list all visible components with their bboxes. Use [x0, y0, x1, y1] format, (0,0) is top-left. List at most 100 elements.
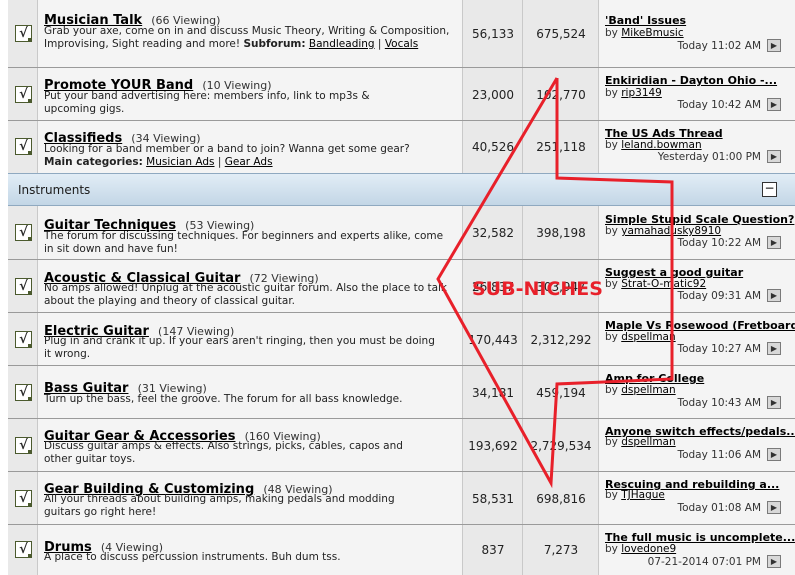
forum-list: √ Musician Talk (66 Viewing) Grab your a…: [0, 0, 795, 575]
thread-count: 837: [481, 543, 505, 557]
post-count: 698,816: [536, 491, 586, 506]
last-post-date: Today 10:42 AM: [677, 99, 761, 111]
forum-description: Put your band advertising here: members …: [44, 90, 370, 115]
last-post-user[interactable]: lovedone9: [621, 543, 676, 555]
forum-read-icon[interactable]: √: [15, 489, 32, 507]
thread-count: 56,133: [472, 27, 514, 41]
by-label: by: [605, 543, 618, 555]
post-count: 459,194: [536, 385, 586, 400]
forum-read-icon[interactable]: √: [15, 138, 32, 155]
post-count: 102,770: [536, 87, 586, 102]
last-post-date: Today 09:31 AM: [677, 290, 761, 302]
by-label: by: [605, 87, 618, 99]
forum-row: √ Promote YOUR Band (10 Viewing) Put you…: [8, 68, 795, 121]
goto-last-post-icon[interactable]: ▶: [767, 448, 781, 461]
last-post-date: Today 10:22 AM: [677, 237, 761, 249]
thread-count: 58,531: [472, 491, 514, 506]
forum-row: √ Bass Guitar (31 Viewing) Turn up the b…: [8, 366, 795, 419]
forum-description: Turn up the bass, feel the groove. The f…: [44, 393, 403, 405]
thread-count: 23,000: [472, 87, 514, 102]
forum-read-icon[interactable]: √: [15, 383, 32, 401]
forum-row: √ Guitar Techniques (53 Viewing) The for…: [8, 206, 795, 260]
forum-row: √ Gear Building & Customizing (48 Viewin…: [8, 472, 795, 525]
last-post-user[interactable]: dspellman: [621, 331, 675, 343]
forum-read-icon[interactable]: √: [15, 85, 32, 103]
post-count: 398,198: [536, 226, 586, 240]
forum-read-icon[interactable]: √: [15, 224, 32, 241]
last-post-user[interactable]: dspellman: [621, 436, 675, 448]
forum-description: Looking for a band member or a band to j…: [44, 143, 410, 155]
forum-row: √ Musician Talk (66 Viewing) Grab your a…: [8, 0, 795, 68]
subforum-label: Subforum:: [243, 38, 306, 50]
thread-count: 32,582: [472, 226, 514, 240]
annotation-label: SUB-NICHES: [472, 278, 603, 300]
thread-count: 40,526: [472, 140, 514, 154]
subforum-link-vocals[interactable]: Vocals: [385, 38, 418, 50]
goto-last-post-icon[interactable]: ▶: [767, 236, 781, 249]
forum-description: Discuss guitar amps & effects. Also stri…: [44, 440, 403, 465]
by-label: by: [605, 225, 618, 237]
last-post-date: Today 10:43 AM: [677, 397, 761, 409]
forum-row: √ Acoustic & Classical Guitar (72 Viewin…: [8, 260, 795, 313]
goto-last-post-icon[interactable]: ▶: [767, 501, 781, 514]
post-count: 251,118: [536, 140, 586, 154]
last-post-date: Yesterday 01:00 PM: [657, 151, 761, 163]
by-label: by: [605, 384, 618, 396]
last-post-date: 07-21-2014 07:01 PM: [647, 556, 761, 568]
by-label: by: [605, 278, 618, 290]
last-post-date: Today 01:08 AM: [677, 502, 761, 514]
forum-read-icon[interactable]: √: [15, 25, 32, 42]
forum-description: All your threads about building amps, ma…: [44, 493, 395, 518]
goto-last-post-icon[interactable]: ▶: [767, 39, 781, 52]
forum-read-icon[interactable]: √: [15, 436, 32, 454]
by-label: by: [605, 489, 618, 501]
last-post-date: Today 11:06 AM: [677, 449, 761, 461]
goto-last-post-icon[interactable]: ▶: [767, 396, 781, 409]
forum-row: √ Drums (4 Viewing) A place to discuss p…: [8, 525, 795, 575]
post-count: 2,729,534: [530, 438, 592, 453]
category-header: Instruments −: [8, 173, 795, 206]
last-post-user[interactable]: yamahadusky8910: [621, 225, 721, 237]
last-post-date: Today 10:27 AM: [677, 343, 761, 355]
by-label: by: [605, 27, 618, 39]
last-post-title[interactable]: Enkiridian - Dayton Ohio -...: [605, 74, 777, 87]
subforum-link-gear-ads[interactable]: Gear Ads: [225, 156, 273, 168]
forum-description: No amps allowed! Unplug at the acoustic …: [44, 282, 447, 307]
thread-count: 193,692: [468, 438, 518, 453]
by-label: by: [605, 436, 618, 448]
post-count: 2,312,292: [530, 332, 592, 347]
last-post-user[interactable]: dspellman: [621, 384, 675, 396]
category-title[interactable]: Instruments: [18, 183, 90, 197]
goto-last-post-icon[interactable]: ▶: [767, 342, 781, 355]
collapse-icon[interactable]: −: [762, 182, 777, 197]
goto-last-post-icon[interactable]: ▶: [767, 555, 781, 568]
last-post-user[interactable]: rip3149: [621, 87, 662, 99]
goto-last-post-icon[interactable]: ▶: [767, 150, 781, 163]
subforum-link-musician-ads[interactable]: Musician Ads: [146, 156, 214, 168]
forum-read-icon[interactable]: √: [15, 330, 32, 348]
forum-read-icon[interactable]: √: [15, 541, 32, 558]
last-post-title[interactable]: 'Band' Issues: [605, 14, 686, 27]
forum-description: Plug in and crank it up. If your ears ar…: [44, 335, 435, 360]
forum-row: √ Classifieds (34 Viewing) Looking for a…: [8, 121, 795, 173]
last-post-user[interactable]: MikeBmusic: [621, 27, 683, 39]
main-categories-label: Main categories:: [44, 156, 143, 168]
last-post-user[interactable]: TJHague: [621, 489, 665, 501]
forum-description: A place to discuss percussion instrument…: [44, 551, 341, 563]
by-label: by: [605, 139, 618, 151]
post-count: 675,524: [536, 27, 586, 41]
last-post-user[interactable]: leland.bowman: [621, 139, 701, 151]
last-post-user[interactable]: Strat-O-matic92: [621, 278, 706, 290]
post-count: 7,273: [543, 543, 579, 557]
goto-last-post-icon[interactable]: ▶: [767, 98, 781, 111]
last-post-date: Today 11:02 AM: [677, 40, 761, 52]
thread-count: 170,443: [468, 332, 518, 347]
goto-last-post-icon[interactable]: ▶: [767, 289, 781, 302]
forum-row: √ Guitar Gear & Accessories (160 Viewing…: [8, 419, 795, 472]
by-label: by: [605, 331, 618, 343]
subforum-link-bandleading[interactable]: Bandleading: [309, 38, 375, 50]
forum-description: The forum for discussing techniques. For…: [44, 230, 444, 255]
forum-row: √ Electric Guitar (147 Viewing) Plug in …: [8, 313, 795, 366]
thread-count: 34,181: [472, 385, 514, 400]
forum-read-icon[interactable]: √: [15, 277, 32, 295]
